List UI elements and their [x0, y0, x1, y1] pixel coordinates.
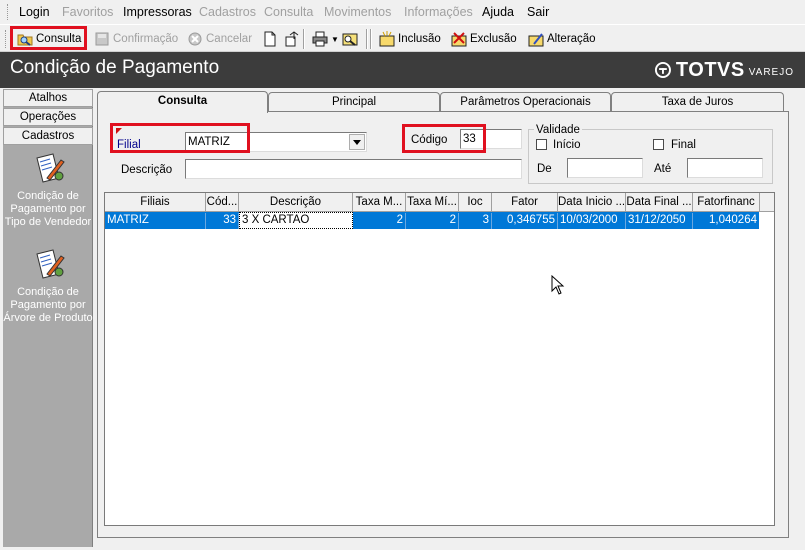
grid-header-data-final[interactable]: Data Final ...	[626, 193, 693, 212]
toolbar-grip	[5, 30, 8, 48]
page-title: Condição de Pagamento	[10, 57, 220, 78]
ate-label: Até	[654, 163, 672, 175]
tab-taxa-de-juros[interactable]: Taxa de Juros	[611, 92, 784, 111]
save-icon	[94, 31, 110, 47]
menu-login[interactable]: Login	[19, 4, 50, 20]
grid-header-codigo[interactable]: Cód...	[206, 193, 239, 212]
descricao-label: Descrição	[121, 164, 173, 176]
menu-cadastros[interactable]: Cadastros	[199, 4, 256, 20]
grid-cell-taxa-min[interactable]: 2	[406, 213, 459, 229]
confirmacao-button[interactable]: Confirmação	[91, 28, 181, 50]
mouse-cursor-icon	[551, 275, 565, 295]
grid-cell-taxa-max[interactable]: 2	[353, 213, 406, 229]
tab-principal[interactable]: Principal	[268, 92, 440, 111]
menu-bar: Login Favoritos Impressoras Cadastros Co…	[0, 0, 805, 24]
grid-cell-filial[interactable]: MATRIZ	[105, 213, 206, 229]
grid-header-fatorfinanc[interactable]: Fatorfinanc	[693, 193, 760, 212]
grid-header-taxa-min[interactable]: Taxa Mí...	[406, 193, 459, 212]
grid-header-taxa-max[interactable]: Taxa M...	[353, 193, 406, 212]
tab-consulta[interactable]: Consulta	[97, 91, 268, 113]
sidebar-section-atalhos[interactable]: Atalhos	[3, 89, 93, 107]
export-button[interactable]	[281, 28, 303, 50]
cancelar-label: Cancelar	[206, 33, 253, 45]
edit-record-icon	[528, 31, 544, 47]
inclusao-label: Inclusão	[398, 33, 441, 45]
inicio-label: Início	[553, 139, 581, 151]
add-record-icon	[379, 31, 395, 47]
filial-highlight-box	[110, 123, 250, 153]
menu-sair[interactable]: Sair	[527, 4, 549, 20]
final-label: Final	[671, 139, 696, 151]
alteracao-label: Alteração	[547, 33, 596, 45]
consulta-highlight-box	[10, 26, 87, 50]
results-grid[interactable]	[104, 192, 775, 526]
toolbar: Consulta Confirmação Cancelar ▼ Inclusão…	[0, 24, 805, 52]
descricao-input[interactable]	[185, 159, 522, 179]
binoculars-icon	[342, 31, 358, 47]
sidebar-item-tipo-vendedor[interactable]: Condição de Pagamento por Tipo de Vended…	[3, 190, 93, 229]
grid-header-data-inicio[interactable]: Data Inicio ...	[558, 193, 626, 212]
sidebar-section-operacoes[interactable]: Operações	[3, 108, 93, 126]
chevron-down-icon	[353, 140, 361, 145]
grid-header-descricao[interactable]: Descrição	[239, 193, 353, 212]
document-edit-icon[interactable]	[31, 248, 67, 282]
confirmacao-label: Confirmação	[113, 33, 179, 45]
grid-cell-data-inicio[interactable]: 10/03/2000	[558, 213, 626, 229]
sidebar-item-arvore-produto[interactable]: Condição de Pagamento por Árvore de Prod…	[3, 286, 93, 325]
menu-consulta[interactable]: Consulta	[264, 4, 313, 20]
new-document-button[interactable]	[259, 28, 281, 50]
cancel-icon	[187, 31, 203, 47]
grid-header-ioc[interactable]: Ioc	[459, 193, 492, 212]
print-button[interactable]: ▼	[309, 28, 342, 50]
toolbar-separator	[303, 29, 305, 49]
exclusao-button[interactable]: Exclusão	[448, 28, 520, 50]
exclusao-label: Exclusão	[470, 33, 517, 45]
tab-parametros-operacionais[interactable]: Parâmetros Operacionais	[440, 92, 611, 111]
de-date-input[interactable]	[567, 158, 643, 178]
de-label: De	[537, 163, 552, 175]
grid-header-filler	[760, 193, 774, 212]
grid-cell-fator[interactable]: 0,346755	[492, 213, 558, 229]
final-checkbox[interactable]	[653, 139, 664, 150]
logo-sub: VAREJO	[748, 66, 794, 78]
toolbar-separator-3	[370, 29, 372, 49]
cancelar-button[interactable]: Cancelar	[184, 28, 255, 50]
grid-header-filiais[interactable]: Filiais	[105, 193, 206, 212]
grid-header-fator[interactable]: Fator	[492, 193, 558, 212]
export-icon	[284, 31, 300, 47]
codigo-highlight-box	[402, 124, 486, 153]
menu-favoritos[interactable]: Favoritos	[62, 4, 113, 20]
menu-impressoras[interactable]: Impressoras	[123, 4, 192, 20]
menu-grip	[7, 4, 10, 20]
totvs-logo-icon	[654, 62, 671, 78]
totvs-logo: TOTVS VAREJO	[654, 57, 794, 83]
logo-word: TOTVS	[675, 58, 745, 81]
menu-movimentos[interactable]: Movimentos	[324, 4, 391, 20]
new-document-icon	[262, 31, 278, 47]
grid-cell-data-final[interactable]: 31/12/2050	[626, 213, 693, 229]
grid-cell-fatorfinanc[interactable]: 1,040264	[693, 213, 759, 229]
menu-informacoes[interactable]: Informações	[404, 4, 473, 20]
validade-title: Validade	[534, 123, 582, 137]
inicio-checkbox[interactable]	[536, 139, 547, 150]
ate-date-input[interactable]	[687, 158, 763, 178]
alteracao-button[interactable]: Alteração	[525, 28, 599, 50]
inclusao-button[interactable]: Inclusão	[376, 28, 444, 50]
search-key-button[interactable]	[339, 28, 361, 50]
grid-cell-descricao[interactable]: 3 X CARTAO	[239, 212, 353, 229]
document-edit-icon[interactable]	[31, 152, 67, 186]
chevron-down-icon: ▼	[331, 34, 339, 44]
printer-icon	[312, 31, 328, 47]
grid-cell-ioc[interactable]: 3	[459, 213, 492, 229]
delete-record-icon	[451, 31, 467, 47]
toolbar-separator-2	[366, 29, 368, 49]
menu-ajuda[interactable]: Ajuda	[482, 4, 514, 20]
sidebar-section-cadastros[interactable]: Cadastros	[3, 127, 93, 145]
grid-cell-codigo[interactable]: 33	[206, 213, 239, 229]
filial-dropdown-button[interactable]	[349, 134, 365, 150]
